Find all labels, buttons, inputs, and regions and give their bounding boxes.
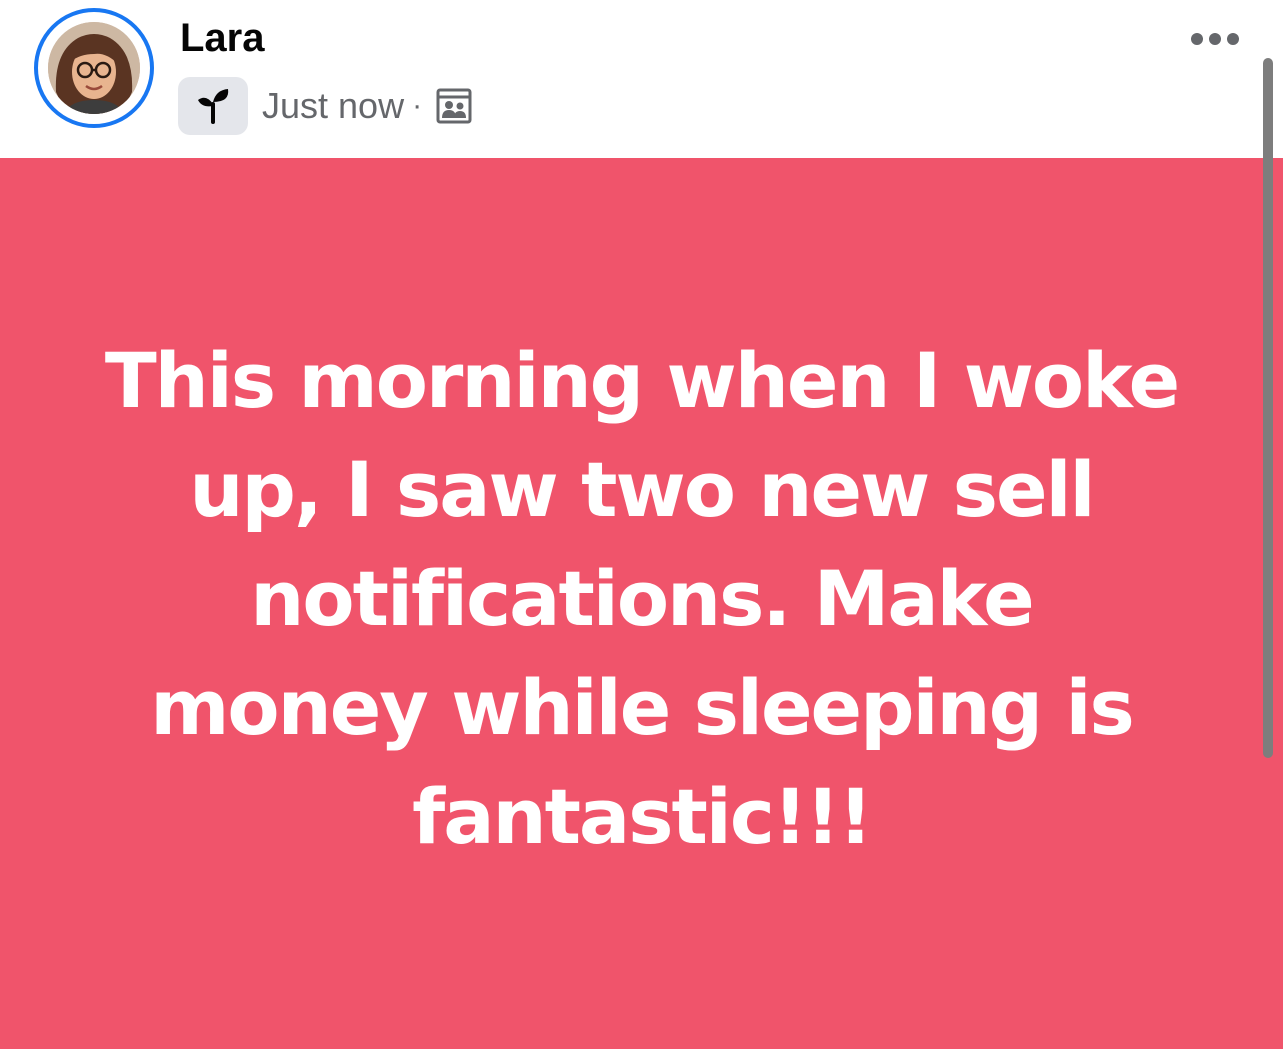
avatar-photo — [48, 22, 140, 114]
meta-separator: · — [412, 89, 423, 122]
post-meta: Just now · — [178, 76, 472, 136]
group-members-icon[interactable] — [436, 88, 472, 124]
scrollbar[interactable] — [1263, 58, 1273, 758]
post-text: This morning when I woke up, I saw two n… — [104, 336, 1180, 861]
post-header: Lara Just now · — [0, 0, 1283, 158]
more-options-button[interactable] — [1186, 22, 1244, 56]
post-timestamp[interactable]: Just now — [262, 86, 404, 126]
avatar-story-ring[interactable] — [34, 8, 154, 128]
more-dots-icon — [1191, 33, 1239, 45]
avatar[interactable] — [48, 22, 140, 114]
feed-post: Lara Just now · This morning when I woke… — [0, 0, 1283, 1049]
author-name[interactable]: Lara — [180, 14, 265, 62]
sprout-icon[interactable] — [178, 77, 248, 135]
post-background: This morning when I woke up, I saw two n… — [0, 158, 1283, 1049]
